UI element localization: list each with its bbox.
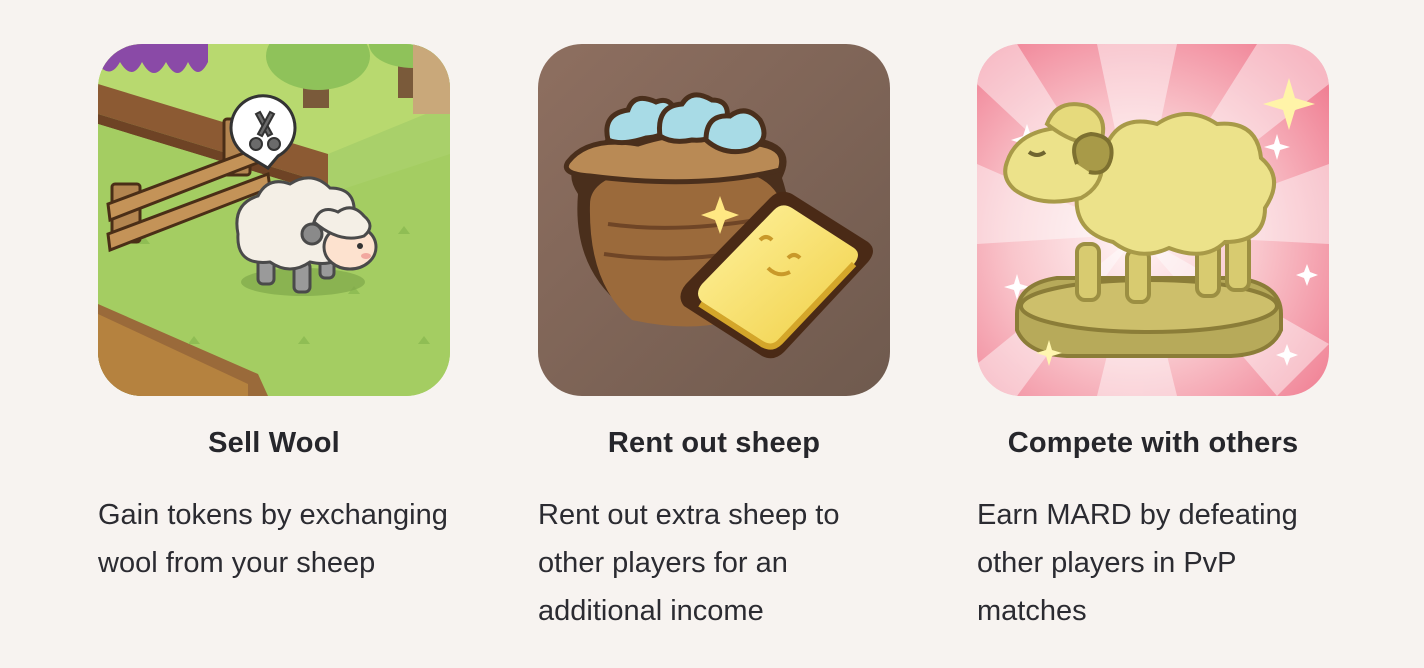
feature-description: Earn MARD by defeating other players in …	[977, 498, 1298, 627]
feature-card-rent-out-sheep: Rent out sheep Rent out extra sheep to o…	[538, 44, 890, 635]
gold-bar-and-wool-sack-icon	[538, 44, 890, 396]
feature-title: Sell Wool	[208, 427, 340, 459]
feature-card-compete-with-others: Compete with others Earn MARD by defeati…	[977, 44, 1329, 635]
sheep-in-pasture-icon	[98, 44, 450, 396]
golden-sheep-trophy-icon	[977, 44, 1329, 396]
feature-card-sell-wool: Sell Wool Gain tokens by exchanging wool…	[98, 44, 450, 587]
feature-title: Compete with others	[1007, 427, 1299, 459]
feature-description: Rent out extra sheep to other players fo…	[538, 498, 840, 627]
feature-title: Rent out sheep	[607, 427, 821, 459]
feature-description: Gain tokens by exchanging wool from your…	[98, 498, 448, 579]
